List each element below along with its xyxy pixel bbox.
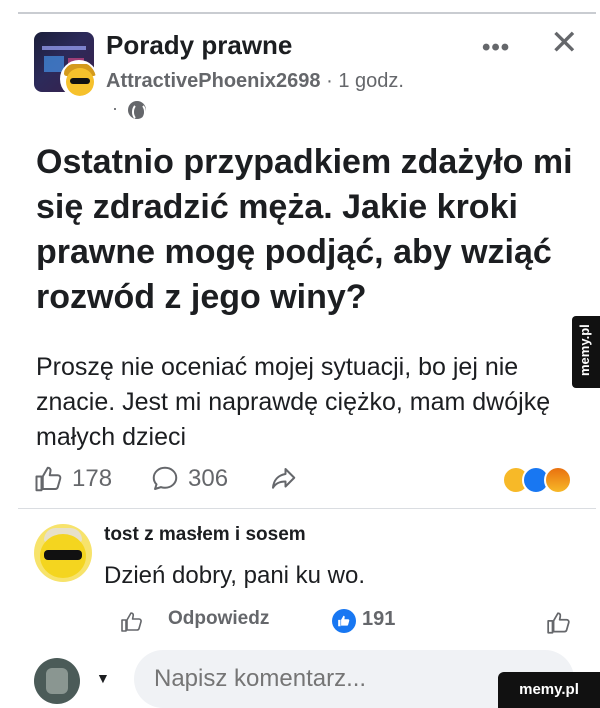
- watermark-corner: memy.pl: [498, 672, 600, 708]
- reaction-summary[interactable]: [502, 466, 578, 496]
- like-icon: [35, 466, 62, 492]
- reply-link[interactable]: Odpowiedz: [168, 608, 269, 630]
- comment-icon: [152, 466, 178, 490]
- post-title: Ostatnio przypadkiem zdażyło mi się zdra…: [36, 143, 573, 316]
- group-name[interactable]: Porady prawne: [106, 30, 292, 61]
- post-body: Proszę nie oceniać mojej sytuacji, bo je…: [36, 353, 551, 451]
- post-meta: AttractivePhoenix2698 · 1 godz.: [106, 70, 404, 93]
- like-icon: [547, 612, 570, 634]
- privacy-dot: ·: [112, 98, 118, 118]
- share-icon: [272, 468, 296, 489]
- watermark-side-text: memy.pl: [577, 324, 592, 376]
- like-icon: [121, 612, 142, 632]
- like-badge-icon: [332, 609, 356, 633]
- like-button[interactable]: 178: [34, 462, 112, 496]
- comment-text: Dzień dobry, pani ku wo.: [104, 562, 366, 589]
- author-name[interactable]: AttractivePhoenix2698: [106, 70, 321, 92]
- share-button[interactable]: [268, 464, 298, 499]
- comment-like-button[interactable]: [120, 610, 144, 639]
- like-count: 178: [72, 465, 113, 492]
- watermark-side: memy.pl: [572, 316, 600, 388]
- angry-reaction-icon: [544, 466, 572, 494]
- comment-like-count[interactable]: 191: [362, 608, 395, 631]
- comment-like-action[interactable]: [546, 610, 572, 641]
- close-icon[interactable]: ✕: [550, 26, 579, 60]
- my-avatar[interactable]: [34, 658, 80, 704]
- chevron-down-icon[interactable]: ▼: [96, 670, 110, 686]
- top-border: [18, 12, 596, 14]
- author-avatar[interactable]: [60, 60, 98, 98]
- meta-separator: ·: [326, 70, 339, 92]
- comment-button[interactable]: 306: [150, 462, 228, 496]
- divider: [18, 508, 596, 509]
- post-time[interactable]: 1 godz.: [338, 70, 404, 92]
- comment-count: 306: [188, 465, 229, 492]
- commenter-avatar[interactable]: [34, 524, 92, 582]
- globe-icon: [128, 101, 146, 121]
- commenter-name[interactable]: tost z masłem i sosem: [104, 524, 306, 546]
- more-icon[interactable]: •••: [482, 34, 510, 62]
